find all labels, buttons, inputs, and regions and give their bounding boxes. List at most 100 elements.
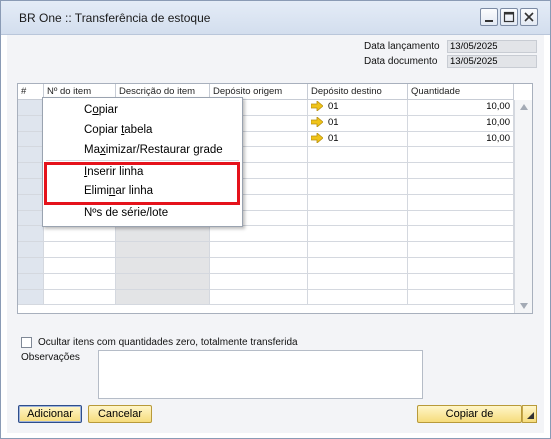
grid-cell-qty[interactable] bbox=[408, 242, 514, 258]
grid-cell-idx bbox=[18, 210, 44, 227]
table-row[interactable] bbox=[18, 258, 514, 274]
menu-item-numeros-serie-lote[interactable]: Nºs de série/lote bbox=[84, 207, 168, 219]
close-icon bbox=[524, 12, 534, 22]
grid-cell-dest[interactable] bbox=[308, 163, 408, 179]
scroll-down-icon[interactable] bbox=[520, 303, 528, 309]
grid-cell-idx bbox=[18, 179, 44, 195]
scroll-up-icon[interactable] bbox=[520, 104, 528, 110]
link-arrow-icon[interactable] bbox=[311, 117, 323, 128]
grid-cell-qty[interactable] bbox=[408, 258, 514, 274]
grid-cell-dest[interactable] bbox=[308, 210, 408, 227]
data-lancamento-field[interactable]: 13/05/2025 bbox=[447, 40, 537, 53]
observacoes-label: Observações bbox=[21, 352, 80, 363]
grid-cell-desc[interactable] bbox=[116, 226, 210, 243]
table-row[interactable] bbox=[18, 226, 514, 243]
link-arrow-icon[interactable] bbox=[311, 101, 323, 112]
maximize-button[interactable] bbox=[500, 8, 518, 26]
grid-cell-idx bbox=[18, 131, 44, 148]
grid-cell-itemno[interactable] bbox=[44, 258, 116, 274]
grid-cell-itemno[interactable] bbox=[44, 289, 116, 306]
close-button[interactable] bbox=[520, 8, 538, 26]
grid-cell-desc[interactable] bbox=[116, 242, 210, 258]
menu-item-eliminar-linha[interactable]: Eliminar linha bbox=[84, 185, 153, 197]
hide-zero-qty-label: Ocultar itens com quantidades zero, tota… bbox=[38, 337, 298, 348]
minimize-button[interactable] bbox=[480, 8, 498, 26]
grid-cell-dest[interactable] bbox=[308, 289, 408, 306]
maximize-icon bbox=[503, 11, 515, 23]
grid-cell-dest[interactable]: 01 bbox=[308, 115, 408, 132]
menu-item-maximizar-restaurar[interactable]: Maximizar/Restaurar grade bbox=[84, 144, 223, 156]
menu-item-copiar[interactable]: Copiar bbox=[84, 104, 118, 116]
dest-warehouse-value: 01 bbox=[328, 116, 339, 128]
copy-from-dropdown[interactable] bbox=[522, 405, 537, 423]
grid-cell-dest[interactable] bbox=[308, 194, 408, 211]
cancel-button[interactable]: Cancelar bbox=[88, 405, 152, 423]
dest-warehouse-value: 01 bbox=[328, 132, 339, 144]
grid-cell-idx bbox=[18, 115, 44, 132]
grid-vertical-scrollbar[interactable] bbox=[514, 100, 532, 313]
grid-cell-desc[interactable] bbox=[116, 273, 210, 290]
grid-cell-itemno[interactable] bbox=[44, 242, 116, 258]
link-arrow-icon[interactable] bbox=[311, 133, 323, 144]
grid-cell-qty[interactable]: 10,00 bbox=[408, 100, 514, 116]
grid-cell-idx bbox=[18, 163, 44, 179]
grid-cell-qty[interactable]: 10,00 bbox=[408, 131, 514, 148]
grid-cell-idx bbox=[18, 258, 44, 274]
context-menu: Copiar Copiar tabela Maximizar/Restaurar… bbox=[42, 97, 243, 227]
add-button[interactable]: Adicionar bbox=[18, 405, 82, 423]
grid-cell-qty[interactable]: 10,00 bbox=[408, 115, 514, 132]
grid-cell-dest[interactable] bbox=[308, 179, 408, 195]
col-header-dest-warehouse[interactable]: Depósito destino bbox=[308, 84, 408, 100]
grid-cell-itemno[interactable] bbox=[44, 226, 116, 243]
grid-cell-qty[interactable] bbox=[408, 289, 514, 306]
table-row[interactable] bbox=[18, 273, 514, 290]
copy-from-button[interactable]: Copiar de bbox=[417, 405, 522, 423]
grid-cell-origin[interactable] bbox=[210, 273, 308, 290]
grid-cell-origin[interactable] bbox=[210, 242, 308, 258]
minimize-icon bbox=[485, 20, 493, 22]
grid-cell-idx bbox=[18, 242, 44, 258]
grid-cell-idx bbox=[18, 100, 44, 116]
grid-cell-idx bbox=[18, 147, 44, 164]
grid-cell-itemno[interactable] bbox=[44, 273, 116, 290]
grid-cell-dest[interactable]: 01 bbox=[308, 100, 408, 116]
table-row[interactable] bbox=[18, 289, 514, 306]
grid-cell-dest[interactable] bbox=[308, 226, 408, 243]
grid-cell-desc[interactable] bbox=[116, 258, 210, 274]
grid-cell-qty[interactable] bbox=[408, 273, 514, 290]
grid-cell-dest[interactable]: 01 bbox=[308, 131, 408, 148]
data-lancamento-label: Data lançamento bbox=[364, 41, 440, 52]
table-row[interactable] bbox=[18, 242, 514, 258]
observacoes-textarea[interactable] bbox=[98, 350, 423, 399]
menu-separator bbox=[46, 202, 239, 203]
grid-cell-idx bbox=[18, 194, 44, 211]
col-header-index[interactable]: # bbox=[18, 84, 44, 100]
grid-cell-dest[interactable] bbox=[308, 258, 408, 274]
grid-cell-idx bbox=[18, 273, 44, 290]
grid-cell-qty[interactable] bbox=[408, 194, 514, 211]
grid-cell-dest[interactable] bbox=[308, 147, 408, 164]
grid-cell-qty[interactable] bbox=[408, 179, 514, 195]
data-documento-label: Data documento bbox=[364, 56, 438, 67]
window-title: BR One :: Transferência de estoque bbox=[19, 11, 211, 25]
menu-separator bbox=[46, 160, 239, 161]
col-header-quantity[interactable]: Quantidade bbox=[408, 84, 514, 100]
dest-warehouse-value: 01 bbox=[328, 101, 339, 112]
grid-cell-origin[interactable] bbox=[210, 226, 308, 243]
dropdown-arrow-icon bbox=[527, 412, 534, 419]
grid-cell-idx bbox=[18, 226, 44, 243]
grid-cell-qty[interactable] bbox=[408, 226, 514, 243]
menu-item-copiar-tabela[interactable]: Copiar tabela bbox=[84, 124, 152, 136]
grid-cell-dest[interactable] bbox=[308, 273, 408, 290]
grid-cell-dest[interactable] bbox=[308, 242, 408, 258]
hide-zero-qty-checkbox[interactable] bbox=[21, 337, 32, 348]
grid-cell-qty[interactable] bbox=[408, 163, 514, 179]
title-bar[interactable]: BR One :: Transferência de estoque bbox=[1, 1, 550, 35]
data-documento-field[interactable]: 13/05/2025 bbox=[447, 55, 537, 68]
grid-cell-qty[interactable] bbox=[408, 147, 514, 164]
grid-cell-origin[interactable] bbox=[210, 258, 308, 274]
grid-cell-origin[interactable] bbox=[210, 289, 308, 306]
grid-cell-desc[interactable] bbox=[116, 289, 210, 306]
menu-item-inserir-linha[interactable]: Inserir linha bbox=[84, 166, 143, 178]
grid-cell-qty[interactable] bbox=[408, 210, 514, 227]
